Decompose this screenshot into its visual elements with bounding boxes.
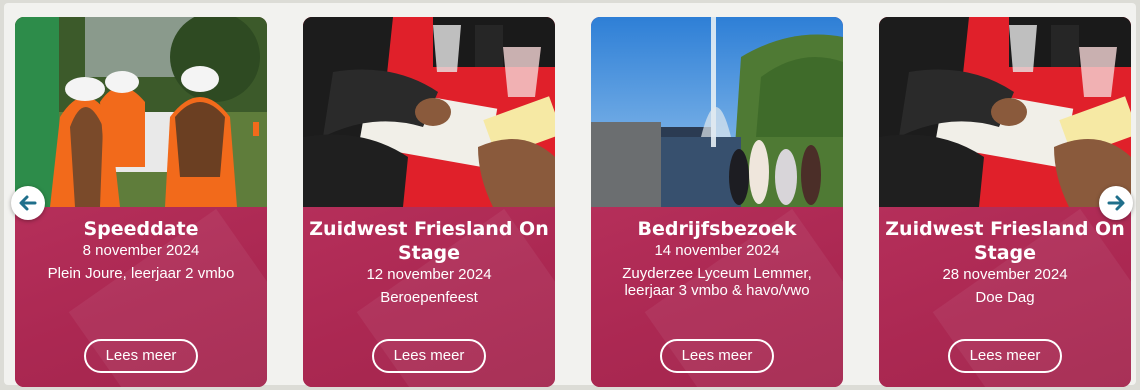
table-writing-photo — [303, 17, 555, 207]
lees-meer-button[interactable]: Lees meer — [948, 339, 1062, 373]
card-description: Beroepenfeest — [380, 289, 478, 306]
card-description: Zuyderzee Lyceum Lemmer, leerjaar 3 vmbo… — [622, 265, 812, 299]
carousel-prev-button[interactable] — [11, 186, 45, 220]
event-card[interactable]: Bedrijfsbezoek 14 november 2024 Zuyderze… — [591, 17, 843, 387]
card-description: Doe Dag — [975, 289, 1035, 306]
lees-meer-button[interactable]: Lees meer — [660, 339, 774, 373]
card-title: Bedrijfsbezoek — [637, 218, 797, 240]
fountain-canal-photo — [591, 17, 843, 207]
carousel: Speeddate 8 november 2024 Plein Joure, l… — [4, 3, 1136, 387]
card-date: 8 november 2024 — [82, 242, 200, 259]
event-card[interactable]: Zuidwest Friesland On Stage 12 november … — [303, 17, 555, 387]
lees-meer-button[interactable]: Lees meer — [372, 339, 486, 373]
card-date: 28 november 2024 — [942, 266, 1068, 283]
card-description: Plein Joure, leerjaar 2 vmbo — [47, 265, 235, 282]
table-writing-photo — [879, 17, 1131, 207]
event-card[interactable]: Speeddate 8 november 2024 Plein Joure, l… — [15, 17, 267, 387]
students-hardhats-photo — [15, 17, 267, 207]
card-date: 14 november 2024 — [654, 242, 780, 259]
card-date: 12 november 2024 — [366, 266, 492, 283]
arrow-right-icon — [1107, 195, 1125, 211]
carousel-next-button[interactable] — [1099, 186, 1133, 220]
arrow-left-icon — [19, 195, 37, 211]
lees-meer-button[interactable]: Lees meer — [84, 339, 198, 373]
card-title: Speeddate — [83, 218, 199, 240]
card-title: Zuidwest Friesland On Stage — [885, 218, 1125, 264]
event-card[interactable]: Zuidwest Friesland On Stage 28 november … — [879, 17, 1131, 387]
card-title: Zuidwest Friesland On Stage — [309, 218, 549, 264]
